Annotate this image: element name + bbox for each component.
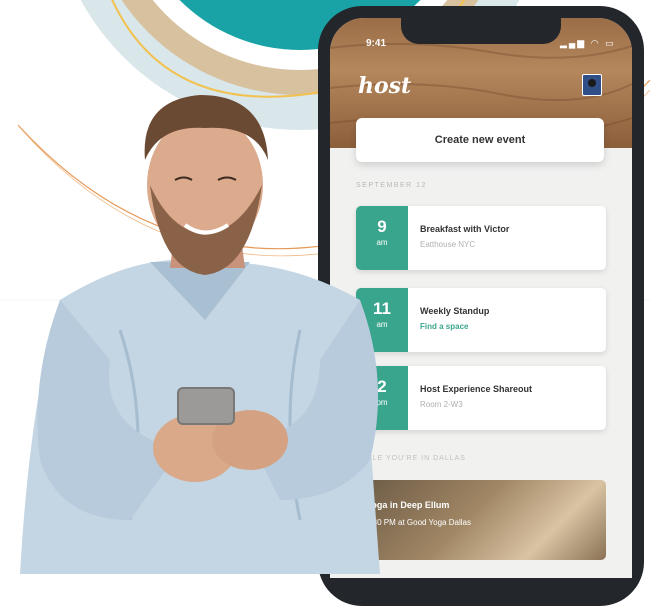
man-holding-phone-photo <box>20 95 380 574</box>
